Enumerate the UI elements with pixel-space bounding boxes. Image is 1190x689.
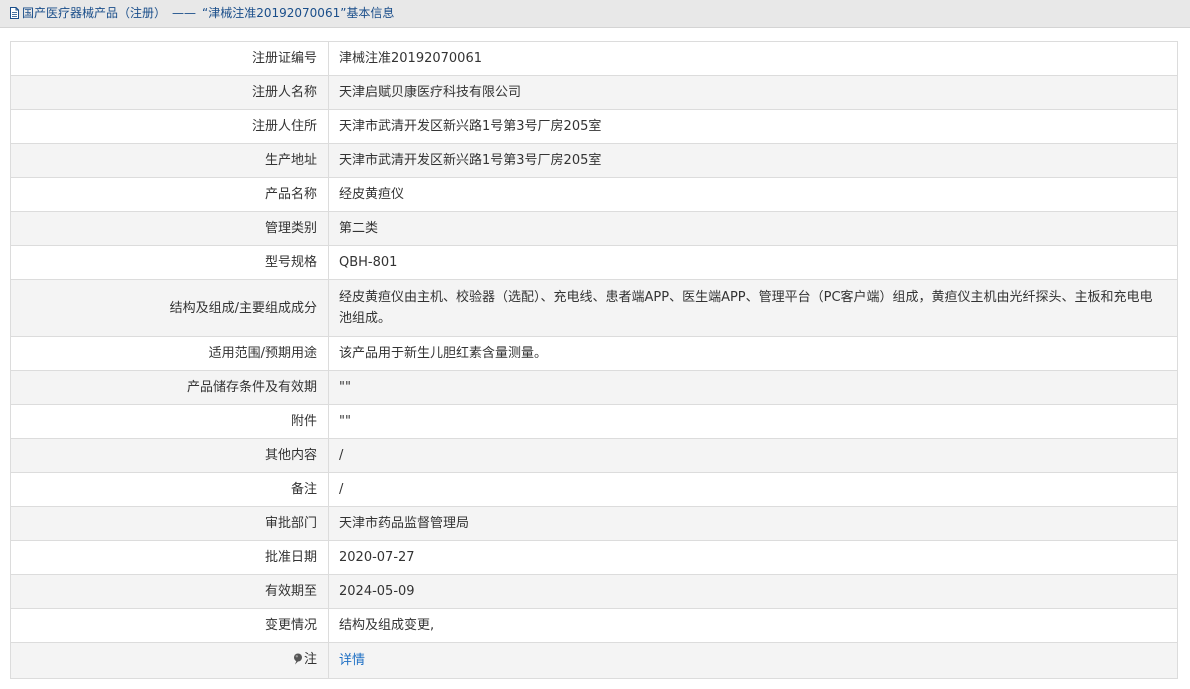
table-row: 适用范围/预期用途 该产品用于新生儿胆红素含量测量。 — [10, 336, 1178, 371]
breadcrumb-separator: —— — [172, 6, 197, 20]
details-link[interactable]: 详情 — [339, 653, 365, 668]
field-label: 注册人名称 — [10, 75, 329, 110]
field-value: 2024-05-09 — [328, 574, 1178, 609]
table-row: 有效期至 2024-05-09 — [10, 574, 1178, 609]
field-label: 产品名称 — [10, 177, 329, 212]
field-value: / — [328, 472, 1178, 507]
table-row: 注册人住所 天津市武清开发区新兴路1号第3号厂房205室 — [10, 109, 1178, 144]
field-value: 津械注准20192070061 — [328, 41, 1178, 76]
field-value: / — [328, 438, 1178, 473]
note-label: 注 — [303, 652, 317, 667]
table-row: 其他内容 / — [10, 438, 1178, 473]
field-value: 天津市药品监督管理局 — [328, 506, 1178, 541]
field-label: 审批部门 — [10, 506, 329, 541]
field-value: 2020-07-27 — [328, 540, 1178, 575]
field-value: 第二类 — [328, 211, 1178, 246]
field-label: 型号规格 — [10, 245, 329, 280]
table-row: 产品名称 经皮黄疸仪 — [10, 177, 1178, 212]
field-label: 批准日期 — [10, 540, 329, 575]
table-row: 变更情况 结构及组成变更, — [10, 608, 1178, 643]
top-bar: 国产医疗器械产品（注册） —— “津械注准20192070061”基本信息 — [0, 0, 1190, 28]
field-label: 备注 — [10, 472, 329, 507]
field-value: 该产品用于新生儿胆红素含量测量。 — [328, 336, 1178, 371]
note-value-cell: 详情 — [328, 642, 1178, 679]
table-row: 型号规格 QBH-801 — [10, 245, 1178, 280]
table-row-note: 注 详情 — [10, 642, 1178, 679]
table-row: 管理类别 第二类 — [10, 211, 1178, 246]
pin-icon — [293, 651, 303, 672]
field-value: 经皮黄疸仪由主机、校验器（选配）、充电线、患者端APP、医生端APP、管理平台（… — [328, 279, 1178, 337]
table-row: 备注 / — [10, 472, 1178, 507]
field-label: 管理类别 — [10, 211, 329, 246]
field-label: 生产地址 — [10, 143, 329, 178]
table-row: 批准日期 2020-07-27 — [10, 540, 1178, 575]
field-label: 有效期至 — [10, 574, 329, 609]
field-label: 变更情况 — [10, 608, 329, 643]
field-value: QBH-801 — [328, 245, 1178, 280]
field-label: 其他内容 — [10, 438, 329, 473]
table-row: 审批部门 天津市药品监督管理局 — [10, 506, 1178, 541]
field-value: 天津市武清开发区新兴路1号第3号厂房205室 — [328, 109, 1178, 144]
table-row: 结构及组成/主要组成成分 经皮黄疸仪由主机、校验器（选配）、充电线、患者端APP、… — [10, 279, 1178, 337]
field-label: 产品储存条件及有效期 — [10, 370, 329, 405]
detail-table: 注册证编号 津械注准20192070061 注册人名称 天津启赋贝康医疗科技有限公司注… — [10, 41, 1178, 679]
table-row: 产品储存条件及有效期 "" — [10, 370, 1178, 405]
breadcrumb-record: “津械注准20192070061”基本信息 — [202, 6, 395, 20]
table-row: 注册证编号 津械注准20192070061 — [10, 41, 1178, 76]
field-label: 适用范围/预期用途 — [10, 336, 329, 371]
field-value: 经皮黄疸仪 — [328, 177, 1178, 212]
note-label-cell: 注 — [10, 642, 329, 679]
field-value: "" — [328, 370, 1178, 405]
field-value: "" — [328, 404, 1178, 439]
field-label: 注册证编号 — [10, 41, 329, 76]
table-row: 注册人名称 天津启赋贝康医疗科技有限公司 — [10, 75, 1178, 110]
document-icon — [9, 7, 20, 22]
field-value: 天津市武清开发区新兴路1号第3号厂房205室 — [328, 143, 1178, 178]
breadcrumb-category[interactable]: 国产医疗器械产品（注册） — [22, 6, 166, 20]
field-label: 结构及组成/主要组成成分 — [10, 279, 329, 337]
table-row: 生产地址 天津市武清开发区新兴路1号第3号厂房205室 — [10, 143, 1178, 178]
field-label: 附件 — [10, 404, 329, 439]
field-label: 注册人住所 — [10, 109, 329, 144]
field-value: 天津启赋贝康医疗科技有限公司 — [328, 75, 1178, 110]
field-value: 结构及组成变更, — [328, 608, 1178, 643]
breadcrumb: 国产医疗器械产品（注册） —— “津械注准20192070061”基本信息 — [9, 6, 394, 22]
table-row: 附件 "" — [10, 404, 1178, 439]
